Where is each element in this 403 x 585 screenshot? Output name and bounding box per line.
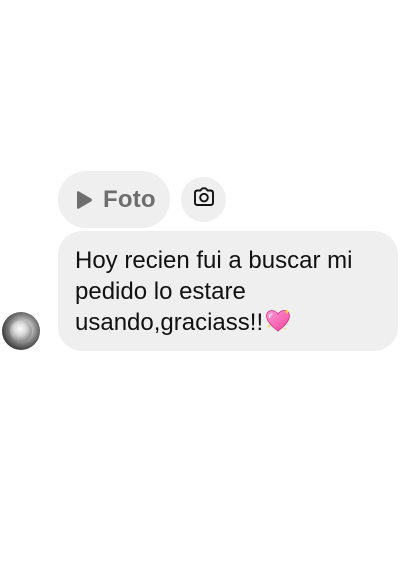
chat-screen: Foto Hoy recien fui a buscar mi pedido l… bbox=[0, 0, 403, 585]
avatar-image bbox=[10, 320, 32, 342]
sparkling-heart-emoji bbox=[264, 307, 292, 335]
avatar[interactable] bbox=[2, 312, 40, 350]
message-text: Hoy recien fui a buscar mi pedido lo est… bbox=[75, 247, 353, 336]
camera-icon bbox=[192, 185, 216, 214]
message-text-container: Hoy recien fui a buscar mi pedido lo est… bbox=[75, 245, 384, 338]
message-bubble[interactable]: Hoy recien fui a buscar mi pedido lo est… bbox=[58, 231, 398, 351]
play-icon bbox=[74, 189, 94, 211]
camera-button[interactable] bbox=[181, 177, 226, 222]
photo-reply-chip[interactable]: Foto bbox=[58, 171, 170, 228]
photo-reply-label: Foto bbox=[103, 185, 156, 213]
